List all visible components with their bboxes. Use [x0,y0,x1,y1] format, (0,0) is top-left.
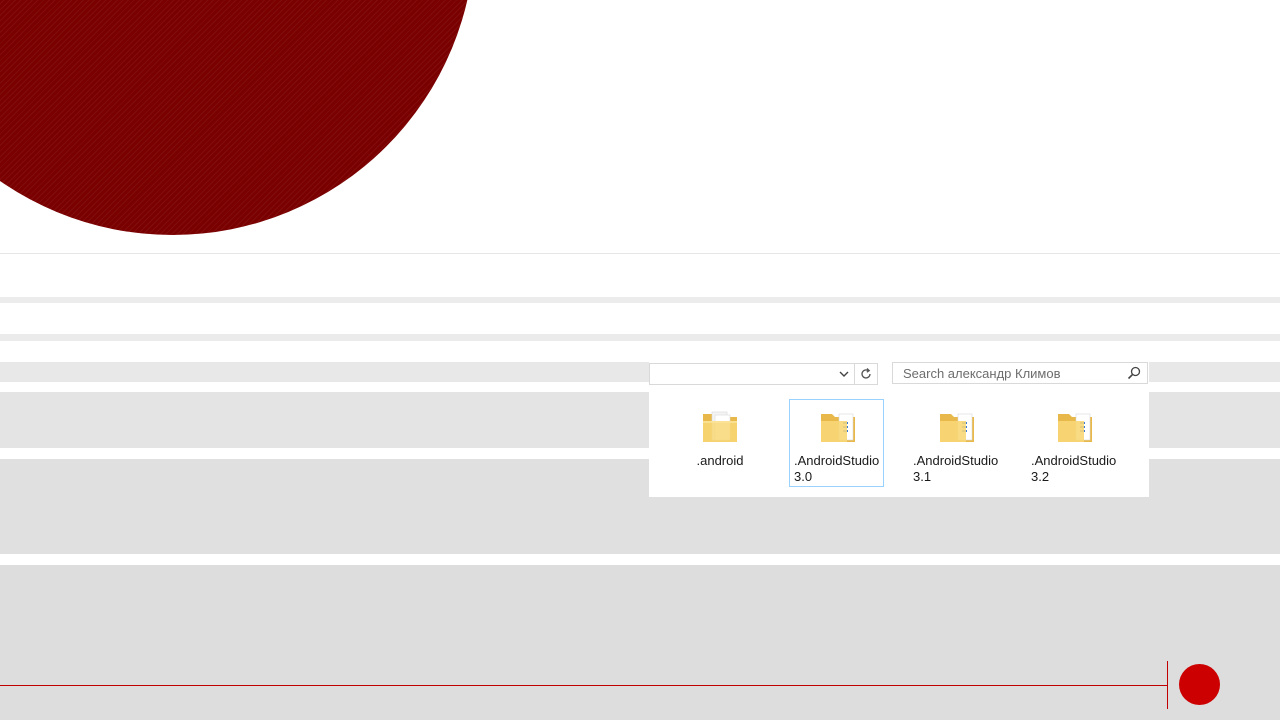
address-bar[interactable] [649,363,855,385]
search-box[interactable] [892,362,1148,384]
background-stripe [0,565,1280,720]
folder-label: .android [696,453,744,468]
refresh-icon [861,368,871,379]
slide-number-circle [1179,664,1220,705]
search-icon[interactable] [1127,366,1141,380]
address-bar-row [649,362,1149,386]
folder-item-android[interactable]: .android [671,399,766,487]
folder-label: .AndroidStudio3.1 [913,453,999,484]
folder-icon [703,411,737,442]
folder-label: .AndroidStudio3.2 [1031,453,1117,484]
background-stripe [0,297,1280,303]
folder-item-androidstudio3-0[interactable]: .AndroidStudio3.0 [789,399,884,487]
folder-icon [940,413,974,442]
chevron-down-icon[interactable] [836,365,852,383]
footer-divider [1167,661,1168,709]
background-stripe [0,334,1280,341]
folder-icon [1058,413,1092,442]
decorative-red-circle [0,0,475,235]
file-explorer-screenshot: .android .AndroidStudio3.0 .An [649,362,1149,497]
folder-label: .AndroidStudio3.0 [794,453,880,484]
search-input[interactable] [903,365,1123,381]
footer-rule [0,685,1167,686]
background-stripe [0,253,1280,254]
slide: .android .AndroidStudio3.0 .An [0,0,1280,720]
folder-item-androidstudio3-2[interactable]: .AndroidStudio3.2 [1026,399,1121,487]
folder-icon [821,413,855,442]
folder-item-androidstudio3-1[interactable]: .AndroidStudio3.1 [908,399,1003,487]
refresh-button[interactable] [854,363,878,385]
